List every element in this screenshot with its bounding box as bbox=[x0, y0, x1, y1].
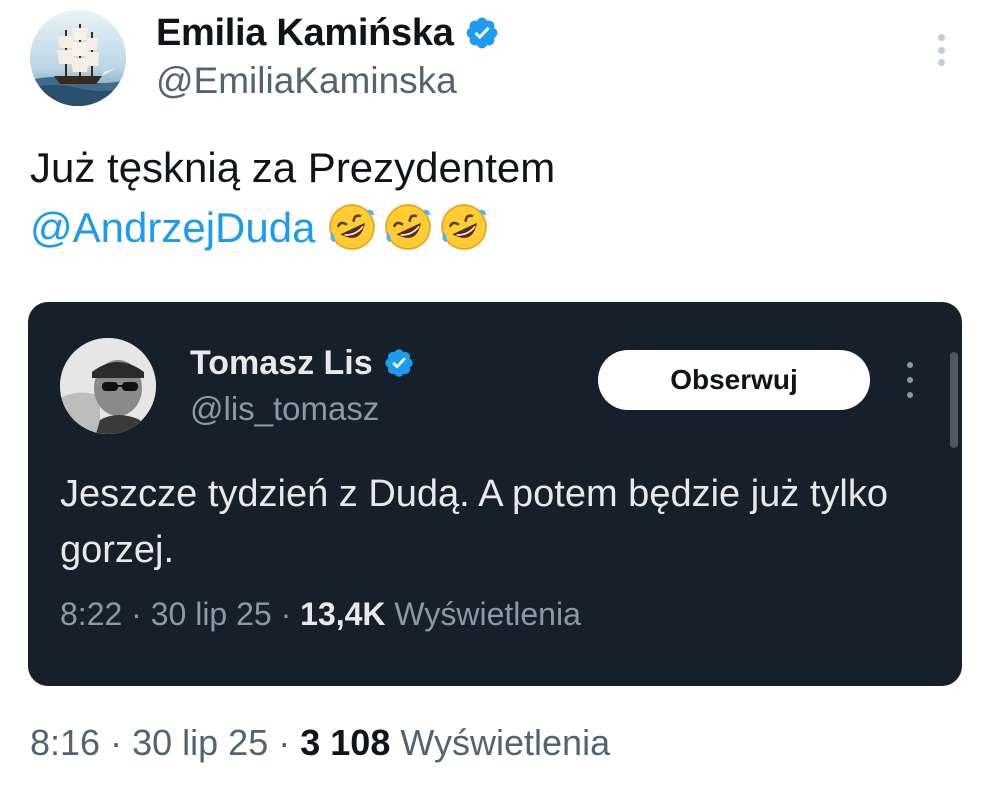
quoted-tweet-time[interactable]: 8:22 bbox=[60, 596, 122, 632]
tweet-date[interactable]: 30 lip 25 bbox=[132, 722, 268, 763]
scrollbar[interactable] bbox=[950, 352, 958, 448]
mention-link[interactable]: @AndrzejDuda bbox=[30, 204, 315, 251]
person-with-sunglasses-icon bbox=[60, 338, 156, 434]
tweet-text: Już tęsknią za Prezydentem @AndrzejDuda bbox=[30, 138, 950, 258]
quoted-author-name-row: Tomasz Lis bbox=[190, 340, 415, 386]
meta-separator: · bbox=[110, 722, 123, 763]
quoted-author-display-name[interactable]: Tomasz Lis bbox=[190, 344, 373, 383]
tweet-text-line: Już tęsknią za Prezydentem bbox=[30, 144, 556, 191]
quoted-tweet-text: Jeszcze tydzień z Dudą. A potem będzie j… bbox=[60, 473, 888, 571]
sailing-ship-icon bbox=[30, 10, 126, 106]
more-vertical-icon[interactable] bbox=[926, 30, 956, 70]
tweet-time[interactable]: 8:16 bbox=[30, 722, 100, 763]
quoted-tweet-views-count: 13,4K bbox=[300, 596, 386, 632]
author-display-name[interactable]: Emilia Kamińska bbox=[156, 12, 454, 55]
author-handle[interactable]: @EmiliaKaminska bbox=[156, 60, 457, 102]
quoted-tweet-card[interactable]: Tomasz Lis @lis_tomasz Obserwuj Jeszcze … bbox=[28, 302, 962, 686]
meta-separator: · bbox=[131, 596, 142, 632]
tweet-views-label: Wyświetlenia bbox=[400, 722, 611, 763]
meta-separator: · bbox=[278, 722, 291, 763]
more-vertical-icon[interactable] bbox=[900, 362, 920, 398]
quoted-tweet-date[interactable]: 30 lip 25 bbox=[151, 596, 272, 632]
tweet-meta: 8:16 · 30 lip 25 · 3 108 Wyświetlenia bbox=[30, 722, 610, 764]
rolling-on-floor-laughing-icon bbox=[385, 204, 432, 250]
quoted-author-avatar[interactable] bbox=[60, 338, 156, 434]
meta-separator: · bbox=[280, 596, 292, 632]
verified-badge-icon bbox=[384, 349, 413, 377]
rolling-on-floor-laughing-icon bbox=[329, 204, 376, 250]
tweet-text-line-2: @AndrzejDuda bbox=[30, 198, 950, 258]
emoji-group bbox=[325, 200, 491, 254]
tweet-views-count: 3 108 bbox=[300, 722, 391, 763]
rolling-on-floor-laughing-icon bbox=[441, 204, 488, 250]
quoted-tweet-views-label: Wyświetlenia bbox=[394, 596, 581, 632]
follow-button[interactable]: Obserwuj bbox=[598, 350, 870, 410]
quoted-tweet-meta: 8:22 · 30 lip 25 · 13,4K Wyświetlenia bbox=[60, 596, 581, 633]
quoted-author-handle[interactable]: @lis_tomasz bbox=[190, 390, 379, 428]
author-name-row: Emilia Kamińska bbox=[156, 8, 500, 58]
verified-badge-icon bbox=[466, 17, 497, 49]
author-avatar[interactable] bbox=[30, 10, 126, 106]
